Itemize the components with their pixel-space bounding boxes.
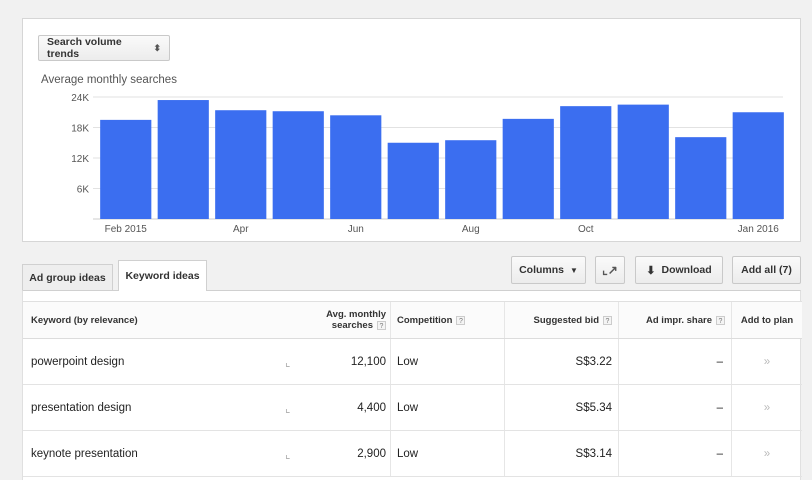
columns-button[interactable]: Columns ▼	[511, 256, 586, 284]
table-row: keynote presentation ⌞ 2,900 Low S$3.14 …	[23, 431, 802, 477]
header-suggested-bid-label: Suggested bid	[533, 314, 599, 326]
bar-chart: 6K 12K 18K 24K Feb 2015 Apr Jun Aug Oct Jan 2016	[71, 93, 784, 235]
bar	[732, 112, 784, 219]
header-avg-line2: searches	[331, 320, 373, 331]
bar	[617, 104, 669, 219]
suggested-bid-cell: S$5.34	[505, 385, 619, 430]
bar	[157, 100, 209, 219]
download-icon: ⬇	[646, 264, 656, 277]
bar	[272, 111, 324, 219]
add-to-plan-button[interactable]: »	[732, 339, 802, 384]
header-keyword[interactable]: Keyword (by relevance)	[23, 302, 273, 338]
competition-cell: Low	[391, 431, 505, 476]
suggested-bid-cell: S$3.22	[505, 339, 619, 384]
add-all-button[interactable]: Add all (7)	[732, 256, 801, 284]
header-competition-label: Competition	[397, 314, 453, 326]
table-row: powerpoint design ⌞ 12,100 Low S$3.22 – …	[23, 339, 802, 385]
competition-cell: Low	[391, 385, 505, 430]
avg-searches-cell: 2,900	[305, 431, 391, 476]
impr-share-cell: –	[619, 339, 732, 384]
add-to-plan-button[interactable]: »	[732, 385, 802, 430]
header-avg-line1: Avg. monthly	[326, 309, 386, 320]
keyword-cell: powerpoint design	[31, 355, 125, 368]
bar	[502, 118, 554, 219]
y-tick-label: 12K	[71, 154, 89, 165]
trend-chart-icon[interactable]: ⌞	[285, 431, 305, 476]
view-chart-button[interactable]: ⌞↗	[595, 256, 625, 284]
x-tick-label: Oct	[578, 224, 594, 235]
tab-keyword-ideas[interactable]: Keyword ideas	[118, 260, 207, 291]
impr-share-cell: –	[619, 385, 732, 430]
dropdown-arrow-icon: ▼	[570, 265, 578, 275]
bar	[675, 137, 727, 219]
header-ad-impr-share-label: Ad impr. share	[646, 314, 712, 326]
header-ad-impr-share[interactable]: Ad impr. share?	[619, 302, 732, 338]
x-tick-label: Jun	[348, 224, 364, 235]
add-all-label: Add all (7)	[741, 264, 792, 276]
avg-searches-cell: 12,100	[305, 339, 391, 384]
x-tick-label: Apr	[233, 224, 249, 235]
help-icon[interactable]: ?	[603, 315, 612, 325]
tab-ad-group-ideas[interactable]: Ad group ideas	[22, 264, 113, 290]
header-avg-monthly-searches[interactable]: Avg. monthly searches?	[273, 302, 391, 338]
line-chart-icon: ⌞↗	[602, 263, 618, 277]
x-tick-label: Aug	[462, 224, 480, 235]
table-row: presentation design ⌞ 4,400 Low S$5.34 –…	[23, 385, 802, 431]
header-suggested-bid[interactable]: Suggested bid?	[505, 302, 619, 338]
bar	[100, 119, 152, 219]
impr-share-cell: –	[619, 431, 732, 476]
y-tick-label: 24K	[71, 93, 89, 104]
header-add-to-plan: Add to plan	[740, 314, 794, 326]
help-icon[interactable]: ?	[377, 321, 386, 330]
trend-chart-icon[interactable]: ⌞	[285, 339, 305, 384]
keyword-cell: presentation design	[31, 401, 132, 414]
keyword-cell: keynote presentation	[31, 447, 138, 460]
suggested-bid-cell: S$3.14	[505, 431, 619, 476]
competition-cell: Low	[391, 339, 505, 384]
bar	[445, 140, 497, 219]
columns-label: Columns	[519, 264, 564, 276]
x-tick-label: Feb 2015	[105, 224, 148, 235]
avg-searches-cell: 4,400	[305, 385, 391, 430]
bar	[387, 142, 439, 219]
keyword-table: Keyword (by relevance) Avg. monthly sear…	[22, 290, 802, 480]
help-icon[interactable]: ?	[716, 315, 725, 325]
trend-chart-icon[interactable]: ⌞	[285, 385, 305, 430]
bar	[215, 110, 267, 219]
table-header: Keyword (by relevance) Avg. monthly sear…	[23, 301, 802, 339]
y-tick-label: 18K	[71, 124, 89, 135]
search-volume-chart-card: Search volume trends ⬍ Average monthly s…	[22, 18, 801, 242]
header-competition[interactable]: Competition?	[391, 302, 505, 338]
bar	[560, 106, 612, 219]
download-button[interactable]: ⬇ Download	[635, 256, 723, 284]
add-to-plan-button[interactable]: »	[732, 431, 802, 476]
help-icon[interactable]: ?	[456, 315, 466, 325]
bar	[330, 115, 382, 219]
x-tick-label: Jan 2016	[738, 224, 780, 235]
y-tick-label: 6K	[77, 185, 90, 196]
download-label: Download	[661, 264, 712, 276]
